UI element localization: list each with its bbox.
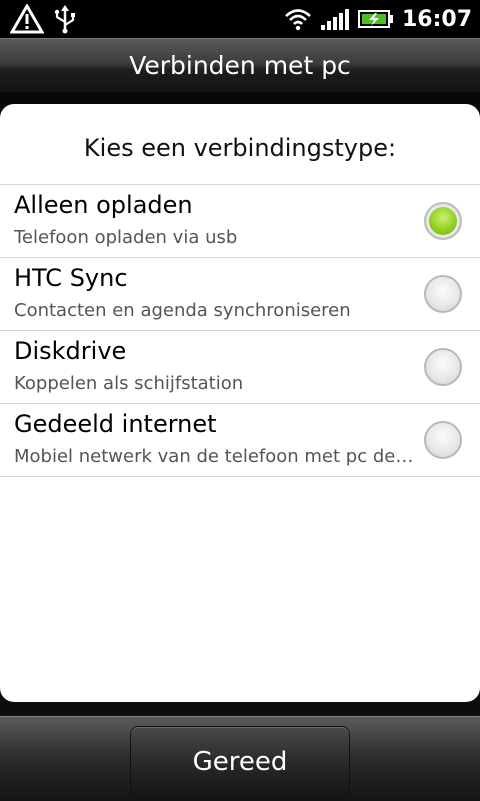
warning-icon xyxy=(10,4,44,34)
option-description: Koppelen als schijfstation xyxy=(14,373,244,394)
dialog-prompt: Kies een verbindingstype: xyxy=(83,134,397,162)
connection-type-list: Alleen opladen Telefoon opladen via usb … xyxy=(0,184,480,477)
signal-icon xyxy=(320,7,350,31)
connection-type-dialog: Kies een verbindingstype: Alleen opladen… xyxy=(0,104,480,702)
battery-charging-icon xyxy=(357,8,394,30)
radio-button[interactable] xyxy=(424,348,462,386)
done-button[interactable]: Gereed xyxy=(130,726,350,798)
radio-button-selected[interactable] xyxy=(424,202,462,240)
radio-button[interactable] xyxy=(424,275,462,313)
page-title: Verbinden met pc xyxy=(129,51,351,80)
radio-button[interactable] xyxy=(424,421,462,459)
option-description: Mobiel netwerk van de telefoon met pc de… xyxy=(14,446,414,467)
option-label: HTC Sync xyxy=(14,264,128,292)
usb-icon xyxy=(52,4,78,34)
option-disk-drive[interactable]: Diskdrive Koppelen als schijfstation xyxy=(0,331,480,404)
option-label: Gedeeld internet xyxy=(14,410,217,438)
option-description: Telefoon opladen via usb xyxy=(14,227,238,248)
clock: 16:07 xyxy=(401,6,472,32)
option-internet-sharing[interactable]: Gedeeld internet Mobiel netwerk van de t… xyxy=(0,404,480,477)
notification-icons xyxy=(10,4,78,34)
option-charge-only[interactable]: Alleen opladen Telefoon opladen via usb xyxy=(0,185,480,258)
system-icons: 16:07 xyxy=(284,4,472,34)
option-label: Alleen opladen xyxy=(14,191,193,219)
option-description: Contacten en agenda synchroniseren xyxy=(14,300,351,321)
title-divider xyxy=(0,92,480,104)
option-label: Diskdrive xyxy=(14,337,127,365)
status-bar: 16:07 xyxy=(0,0,480,38)
title-bar: Verbinden met pc xyxy=(0,38,480,95)
wifi-icon xyxy=(284,7,312,31)
option-htc-sync[interactable]: HTC Sync Contacten en agenda synchronise… xyxy=(0,258,480,331)
